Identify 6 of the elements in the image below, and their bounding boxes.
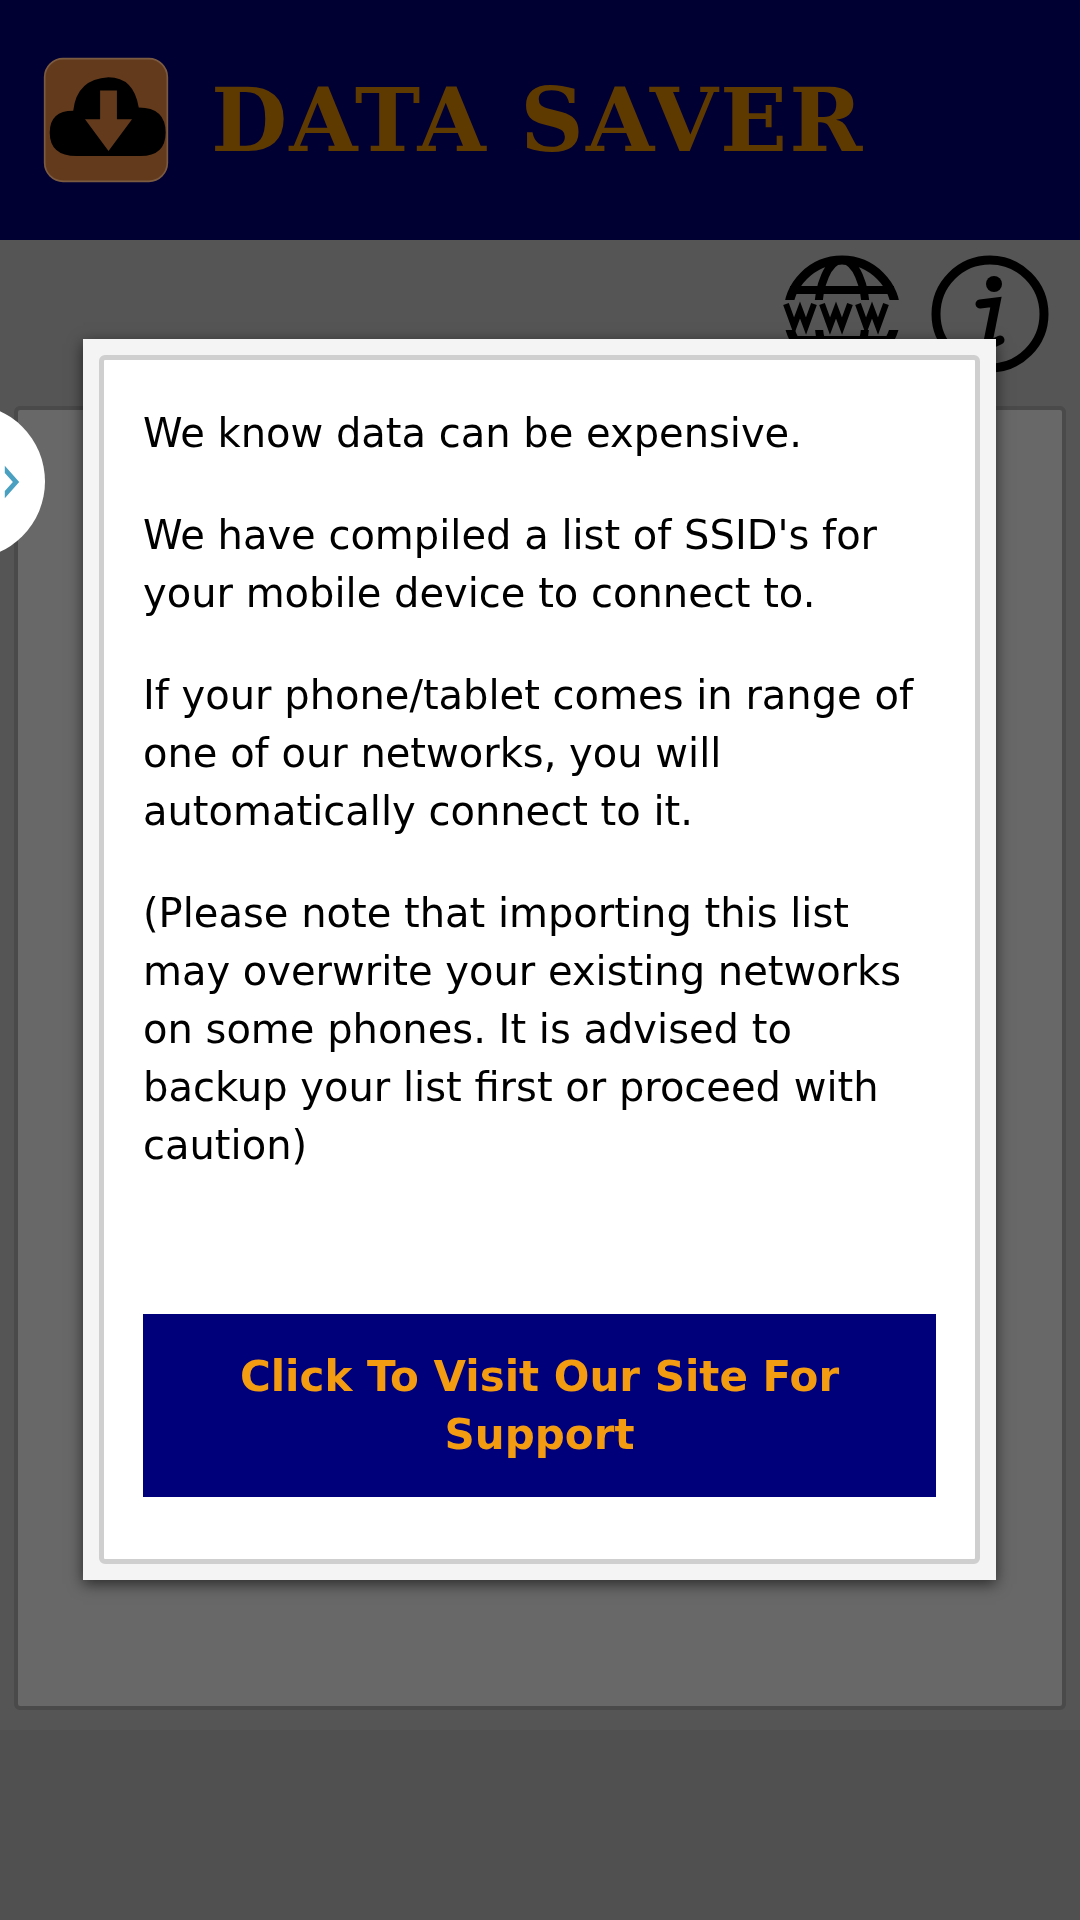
dialog-text: We know data can be expensive.: [143, 409, 803, 458]
support-button[interactable]: Click To Visit Our Site For Support: [143, 1314, 936, 1497]
dialog-text: If your phone/tablet comes in range of one of our networks, you will automatically connect to it.: [143, 671, 915, 836]
dialog-text: (Please note that importing this list may overwrite your existing networks on some phones. It is advised to backup your list first or proceed with caution): [143, 889, 903, 1170]
dialog-text: We have compiled a list of SSID's for your mobile device to connect to.: [143, 511, 879, 618]
app-title: DATA SAVER: [211, 68, 865, 172]
